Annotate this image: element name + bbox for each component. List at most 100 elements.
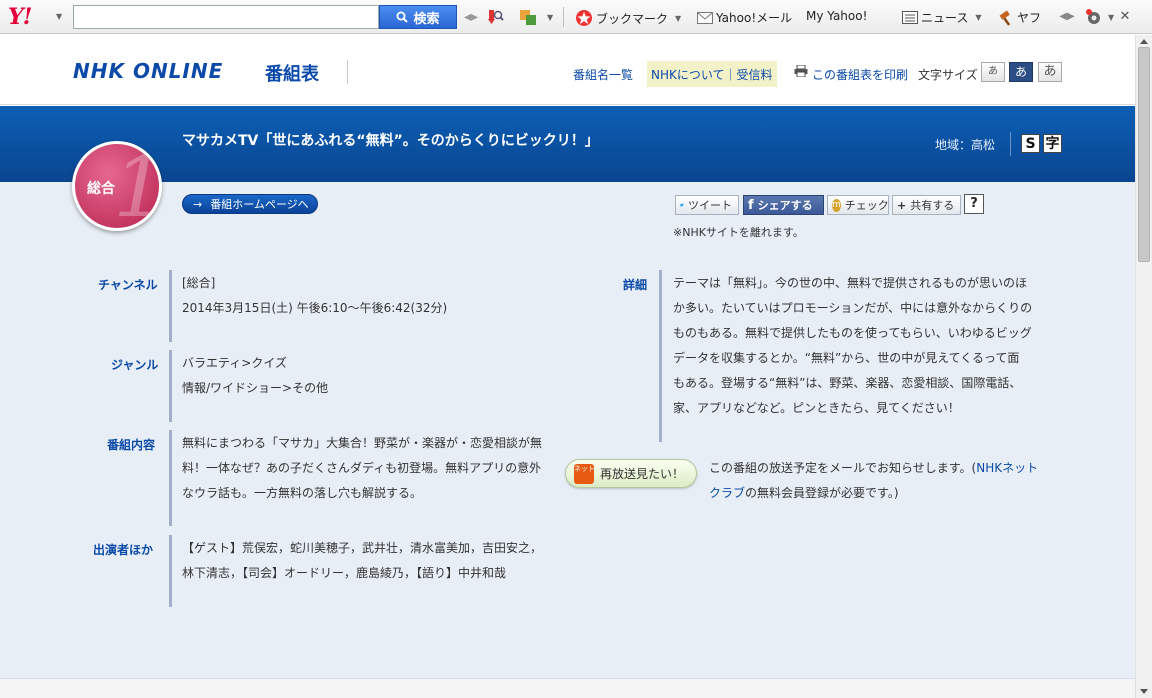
font-size-label: 文字サイズ [918,68,978,82]
bookmark-star-icon [576,10,592,26]
magnifier-icon [396,11,409,23]
scroll-up-icon[interactable] [1140,39,1148,44]
mixi-check-label: チェック [844,199,889,212]
genre-row-label: ジャンル [111,358,159,372]
bookmark-caret-icon: ▼ [675,13,682,23]
genre-row-value: バラエティ>クイズ 情報/ワイドショー>その他 [182,351,328,401]
broadcast-datetime: 2014年3月15日(土) 午後6:10～午後6:42(32分) [182,301,448,315]
detail-line: データを収集するとか。“無料”から、世の中が見えてくるって面 [673,351,1020,365]
tweet-button[interactable]: ツイート [675,195,739,215]
rebroadcast-request-label: 再放送見たい！ [600,467,685,481]
auction-link[interactable]: ヤフ [998,9,1048,26]
program-homepage-button[interactable]: → 番組ホームページへ [182,194,318,214]
resize-handle-icon[interactable]: ◂▸ [462,8,480,26]
program-title: マサカメTV「世にあふれる“無料”。そのからくりにビックリ！」 [182,133,599,149]
facebook-share-button[interactable]: f シェアする [743,195,824,215]
program-title-band: マサカメTV「世にあふれる“無料”。そのからくりにビックリ！」 地域：高松 S … [0,106,1135,182]
help-button[interactable]: ? [964,194,984,214]
print-schedule-link[interactable]: この番組表を印刷 [812,66,908,83]
rebroadcast-request-button[interactable]: ネット クラブ 再放送見たい！ [565,459,697,488]
search-input[interactable] [73,5,379,29]
arrow-right-icon: → [193,197,203,211]
bookmark-menu[interactable]: ブックマーク ▼ [575,9,681,27]
yahoo-mail-link[interactable]: Yahoo!メール [697,9,792,26]
news-icon [902,11,918,24]
facebook-icon: f [748,197,754,213]
program-homepage-label: 番組ホームページへ [210,198,309,211]
channel-value: [総合] [182,276,216,290]
facebook-share-label: シェアする [757,199,813,212]
translate-icon[interactable] [519,8,537,26]
channel-row-label: チャンネル [98,278,158,292]
channel-row-value: [総合] 2014年3月15日(土) 午後6:10～午後6:42(32分) [182,271,447,321]
share-more-label: 共有する [910,199,955,212]
twitter-bird-icon [680,203,684,207]
content-row-bar [169,430,172,526]
about-fee-link[interactable]: NHKについて｜受信料 [647,61,777,87]
highlight-icon[interactable] [486,8,504,26]
header-divider [347,60,348,84]
program-guide-title[interactable]: 番組表 [265,60,319,86]
settings-caret-icon[interactable]: ▼ [1108,13,1114,22]
net-club-icon: ネット クラブ [574,463,618,484]
page-footer-strip [0,678,1135,698]
close-toolbar-icon[interactable]: ✕ [1116,8,1134,26]
toolbar-scroll-arrows-icon[interactable]: ◀▶ [1057,8,1077,26]
news-caret-icon: ▼ [975,13,982,22]
cast-row-value: 【ゲスト】荒俣宏，蛇川美穂子，武井壮，清水富美加，吉田安之， 林下清志，【司会】… [182,536,552,586]
mail-note-after: の無料会員登録が必要です。) [745,486,899,500]
cast-row-bar [169,535,172,607]
plus-icon: + [897,198,907,212]
printer-icon [794,65,808,77]
detail-row-label: 詳細 [623,278,648,292]
nhk-online-logo[interactable]: NHK ONLINE [73,59,223,83]
genre-item: バラエティ>クイズ [182,356,287,370]
my-yahoo-label: My Yahoo! [806,9,868,23]
content-line: 料！一体なぜ？あの子だくさんダディも初登場。無料アプリの意外 [182,461,542,475]
cast-row-label: 出演者ほか [93,543,154,557]
yahoo-menu-caret-icon[interactable]: ▼ [56,12,62,21]
stereo-badge: S [1021,134,1040,153]
yahoo-logo[interactable]: Y! [8,4,32,30]
font-size-small-button[interactable]: あ [981,62,1005,82]
external-site-note: ※NHKサイトを離れます。 [673,226,804,239]
mail-icon [697,11,713,24]
detail-row-value: テーマは「無料」。今の世の中、無料で提供されるものが思いのほ か多い。たいていは… [673,271,1053,421]
detail-line: 家、アプリなどなど。ピンときたら、見てください！ [673,401,960,415]
font-size-medium-button[interactable]: あ [1009,62,1033,82]
yahoo-mail-label: Yahoo!メール [716,11,793,25]
my-yahoo-link[interactable]: My Yahoo! [806,9,867,23]
font-size-large-button[interactable]: あ [1038,62,1062,82]
program-list-link[interactable]: 番組名一覧 [573,66,633,83]
vertical-scrollbar[interactable] [1135,35,1152,698]
region-label: 地域：高松 [935,138,996,152]
mail-note-before: この番組の放送予定をメールでお知らせします。( [709,461,977,475]
auction-hammer-icon [999,9,1011,26]
content-line: 無料にまつわる「マサカ」大集合！野菜が・楽器が・恋愛相談が無 [182,436,543,450]
settings-gear-icon[interactable] [1084,8,1102,26]
share-more-button[interactable]: + 共有する [892,195,961,215]
news-menu[interactable]: ニュース ▼ [902,9,982,26]
news-label: ニュース [921,11,969,25]
mixi-check-button[interactable]: m チェック [827,195,889,215]
translate-caret-icon[interactable]: ▼ [547,13,553,22]
detail-line: か多い。たいていはプロモーションだが、中には意外なからくりの [673,301,1033,315]
mixi-icon: m [832,198,841,212]
detail-line: ものもある。無料で提供したものを使ってもらい、いわゆるビッグ [673,326,1032,340]
channel-row-bar [169,270,172,342]
genre-row-bar [169,350,172,422]
content-line: なウラ話も。一方無料の落し穴も解説する。 [182,486,423,500]
search-button[interactable]: 検索 [379,5,457,29]
content-row-label: 番組内容 [107,438,156,452]
scrollbar-thumb[interactable] [1138,47,1150,262]
search-button-label: 検索 [413,11,440,27]
auction-label: ヤフ [1017,11,1042,25]
browser-toolbar: Y! ▼ 検索 ◂▸ ▼ ブックマーク ▼ Yahoo!メール My Yahoo… [0,0,1152,34]
site-header: NHK ONLINE 番組表 番組名一覧 NHKについて｜受信料 この番組表を印… [0,35,1135,105]
region-divider [1010,132,1011,156]
channel-number: 1 [113,141,162,231]
scroll-down-icon[interactable] [1140,689,1148,694]
channel-badge-label: 総合 [87,181,115,197]
detail-line: テーマは「無料」。今の世の中、無料で提供されるものが思いのほ [673,276,1028,290]
genre-item: 情報/ワイドショー>その他 [182,381,329,395]
